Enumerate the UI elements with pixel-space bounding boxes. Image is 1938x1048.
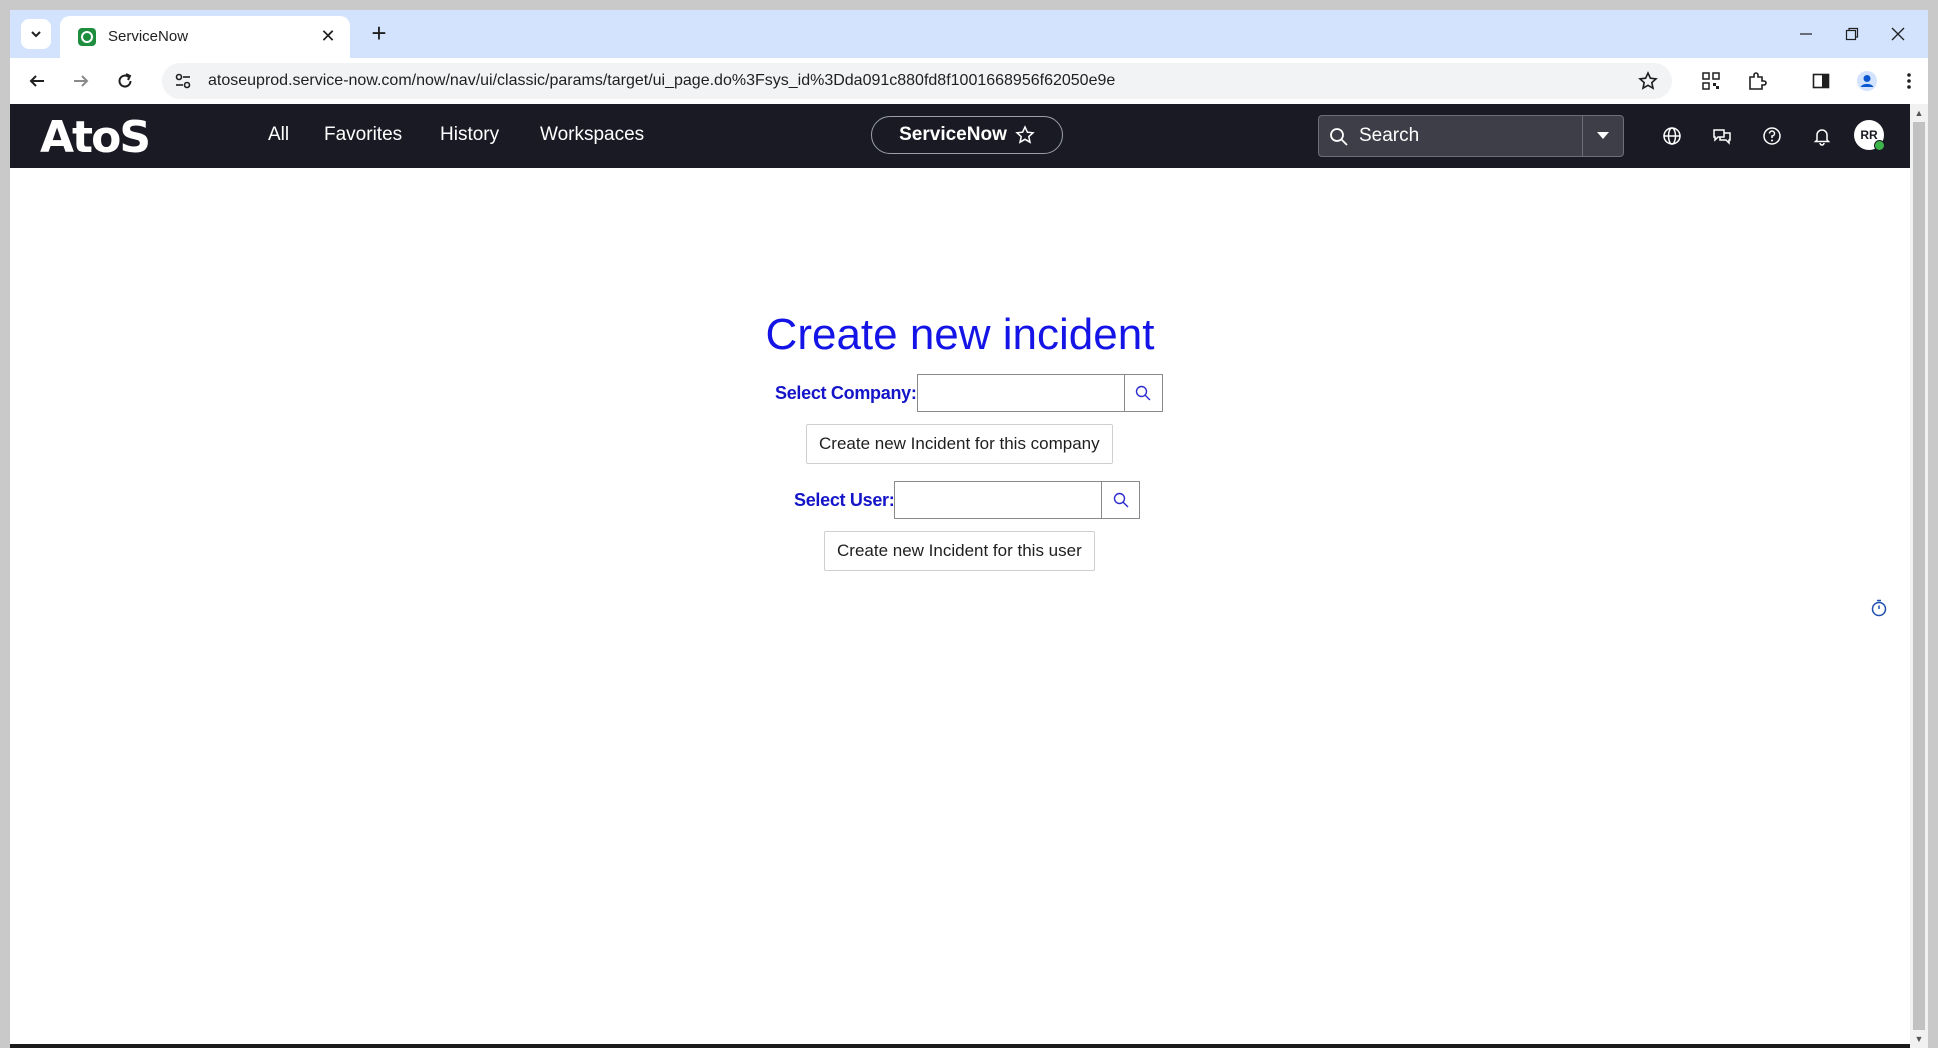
search-scope-dropdown[interactable] bbox=[1582, 116, 1623, 156]
bell-icon bbox=[1813, 129, 1831, 146]
browser-toolbar: atoseuprod.service-now.com/now/nav/ui/cl… bbox=[10, 58, 1928, 104]
reload-icon bbox=[118, 73, 132, 88]
servicenow-header: AtoS All Favorites History Workspaces Se… bbox=[10, 104, 1910, 168]
new-tab-button[interactable]: + bbox=[365, 20, 393, 48]
reload-button[interactable] bbox=[110, 66, 140, 96]
user-field-row: Select User: bbox=[794, 481, 1141, 519]
star-icon[interactable] bbox=[1015, 125, 1035, 145]
url-text: atoseuprod.service-now.com/now/nav/ui/cl… bbox=[208, 72, 1116, 89]
online-status-dot bbox=[1874, 140, 1885, 151]
arrow-left-icon bbox=[29, 75, 44, 87]
minimize-icon bbox=[1800, 33, 1812, 35]
company-label: Select Company: bbox=[775, 382, 917, 403]
help-icon bbox=[1763, 127, 1781, 145]
company-field-row: Select Company: bbox=[775, 374, 1163, 412]
create-incident-company-button[interactable]: Create new Incident for this company bbox=[806, 424, 1113, 464]
side-panel-button[interactable] bbox=[1806, 66, 1836, 96]
chat-icon bbox=[1713, 129, 1731, 145]
restore-icon bbox=[1845, 27, 1859, 41]
extensions-button[interactable] bbox=[1742, 66, 1772, 96]
notifications-button[interactable] bbox=[1810, 124, 1834, 148]
caret-down-icon bbox=[1597, 132, 1609, 139]
more-vertical-icon bbox=[1907, 73, 1911, 89]
back-button[interactable] bbox=[22, 66, 52, 96]
tab-search-button[interactable] bbox=[21, 19, 51, 49]
minimize-button[interactable] bbox=[1784, 20, 1828, 48]
company-input[interactable] bbox=[916, 374, 1125, 412]
user-lookup-button[interactable] bbox=[1102, 481, 1141, 519]
search-input[interactable] bbox=[1359, 116, 1579, 156]
search-icon bbox=[1135, 385, 1151, 401]
help-button[interactable] bbox=[1760, 124, 1784, 148]
scrollbar-thumb[interactable] bbox=[1913, 122, 1925, 1030]
user-label: Select User: bbox=[794, 489, 895, 510]
qr-code-button[interactable] bbox=[1696, 66, 1726, 96]
puzzle-icon bbox=[1749, 72, 1767, 90]
globe-icon bbox=[1663, 127, 1681, 145]
arrow-right-icon bbox=[74, 75, 89, 87]
qr-code-icon bbox=[1702, 72, 1720, 90]
menu-workspaces[interactable]: Workspaces bbox=[540, 124, 644, 146]
chevron-down-icon bbox=[31, 31, 41, 38]
avatar-initials: RR bbox=[1860, 128, 1878, 142]
search-icon bbox=[1113, 492, 1129, 508]
taskbar-edge bbox=[10, 1044, 1910, 1048]
page-scrollbar[interactable]: ▲ ▼ bbox=[1910, 104, 1928, 1048]
close-icon bbox=[1891, 27, 1905, 41]
stopwatch-icon[interactable] bbox=[1870, 599, 1888, 617]
browser-window: ServiceNow ✕ + atoseuprod.service-now.co… bbox=[10, 10, 1928, 1048]
user-avatar[interactable]: RR bbox=[1854, 120, 1885, 151]
scroll-down-arrow-icon[interactable]: ▼ bbox=[1910, 1030, 1928, 1048]
address-bar[interactable]: atoseuprod.service-now.com/now/nav/ui/cl… bbox=[162, 63, 1672, 99]
app-name-pill[interactable]: ServiceNow bbox=[871, 116, 1063, 154]
tab-title: ServiceNow bbox=[108, 28, 189, 45]
main-content: Create new incident Select Company: Crea… bbox=[10, 168, 1910, 1048]
site-settings-icon[interactable] bbox=[174, 72, 192, 90]
bookmark-star-icon[interactable] bbox=[1638, 71, 1658, 91]
scroll-up-arrow-icon[interactable]: ▲ bbox=[1910, 104, 1928, 122]
atos-logo[interactable]: AtoS bbox=[40, 112, 151, 163]
close-tab-icon[interactable]: ✕ bbox=[318, 26, 338, 46]
profile-button[interactable] bbox=[1852, 66, 1882, 96]
menu-all[interactable]: All bbox=[268, 124, 289, 146]
servicenow-favicon-icon bbox=[78, 28, 96, 46]
side-panel-icon bbox=[1812, 73, 1830, 89]
forward-button[interactable] bbox=[66, 66, 96, 96]
tab-strip: ServiceNow ✕ + bbox=[10, 10, 1928, 58]
search-icon bbox=[1330, 128, 1348, 146]
language-button[interactable] bbox=[1660, 124, 1684, 148]
user-input[interactable] bbox=[894, 481, 1103, 519]
close-window-button[interactable] bbox=[1876, 20, 1920, 48]
page-title: Create new incident bbox=[765, 310, 1155, 359]
create-incident-user-button[interactable]: Create new Incident for this user bbox=[824, 531, 1095, 571]
menu-favorites[interactable]: Favorites bbox=[324, 124, 402, 146]
restore-button[interactable] bbox=[1830, 20, 1874, 48]
browser-menu-button[interactable] bbox=[1894, 66, 1924, 96]
global-search[interactable] bbox=[1318, 115, 1624, 157]
app-name-label: ServiceNow bbox=[899, 124, 1007, 145]
menu-history[interactable]: History bbox=[440, 124, 499, 146]
chat-button[interactable] bbox=[1710, 124, 1734, 148]
company-lookup-button[interactable] bbox=[1124, 374, 1163, 412]
profile-icon bbox=[1857, 71, 1877, 91]
browser-tab[interactable]: ServiceNow ✕ bbox=[60, 16, 350, 58]
